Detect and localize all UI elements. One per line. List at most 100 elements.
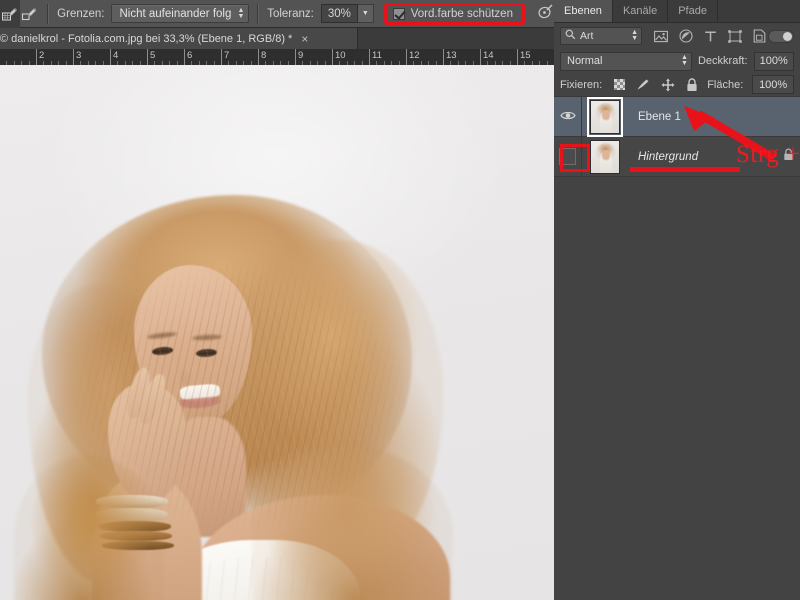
search-icon (565, 29, 576, 43)
ruler-tick (73, 49, 74, 65)
ruler-tick (406, 49, 407, 65)
pixel-layer-filter-icon[interactable] (654, 30, 668, 43)
ruler-tick (480, 49, 481, 65)
ruler-label: 14 (483, 50, 494, 61)
panel-tab-bar: Ebenen Kanäle Pfade (554, 0, 800, 23)
ruler-label: 10 (335, 50, 346, 61)
options-separator-2 (257, 3, 260, 24)
ruler-label: 8 (261, 50, 267, 61)
fill-input[interactable]: 100% (752, 75, 794, 94)
close-icon[interactable]: × (301, 33, 308, 45)
tab-ebenen-label: Ebenen (564, 5, 602, 17)
tolerance-input[interactable]: 30% (320, 4, 358, 23)
ruler-tick (517, 49, 518, 65)
tolerance-dropdown-button[interactable]: ▼ (357, 4, 374, 23)
layer-visibility-cell-1[interactable] (554, 96, 582, 137)
lock-icon (783, 148, 794, 166)
opacity-input[interactable]: 100% (753, 51, 794, 71)
type-layer-filter-icon[interactable] (704, 30, 717, 43)
protect-foreground-checkbox-group[interactable]: Vord.farbe schützen (392, 7, 513, 20)
document-tab[interactable]: 888_XL© danielkrol - Fotolia.com.jpg bei… (0, 28, 358, 49)
layer-thumbnail-2[interactable] (590, 139, 620, 174)
layer-thumbnail-wrap-2[interactable] (586, 139, 624, 175)
ruler-label: 4 (113, 50, 119, 61)
filter-kind-value: Art (580, 30, 594, 42)
photoshop-window: Grenzen: Nicht aufeinander folg. ▲ ▼ Tole… (0, 0, 800, 600)
lock-all-icon[interactable] (686, 77, 698, 92)
layers-list: Ebene 1 Hintergrund (554, 96, 800, 177)
ruler-label: 12 (409, 50, 420, 61)
lock-label: Fixieren: (560, 78, 603, 91)
eye-visible-icon[interactable] (559, 108, 576, 126)
layer-row-hintergrund[interactable]: Hintergrund (554, 136, 800, 177)
tolerance-label: Toleranz: (267, 7, 314, 20)
ruler-label: 13 (446, 50, 457, 61)
ruler-tick (110, 49, 111, 65)
document-image (0, 65, 554, 600)
lock-position-icon[interactable] (661, 78, 675, 92)
layer-thumbnail-1[interactable] (587, 96, 623, 137)
limits-label: Grenzen: (57, 7, 105, 20)
document-tab-bar: 888_XL© danielkrol - Fotolia.com.jpg bei… (0, 28, 554, 50)
fill-label: Fläche: (707, 78, 744, 91)
protect-foreground-checkbox[interactable] (392, 7, 405, 20)
blend-mode-row: Normal ▲ ▼ Deckkraft: 100% (554, 49, 800, 73)
tab-kanaele[interactable]: Kanäle (613, 0, 669, 22)
ruler-label: 3 (76, 50, 82, 61)
magic-eraser-tool-icon[interactable] (20, 0, 40, 28)
ruler-tick (332, 49, 333, 65)
layer-row-ebene-1[interactable]: Ebene 1 (554, 96, 800, 137)
ruler-label: 7 (224, 50, 230, 61)
limits-select[interactable]: Nicht aufeinander folg. ▲ ▼ (111, 4, 250, 23)
blend-mode-select[interactable]: Normal ▲ ▼ (560, 51, 692, 71)
layer-filter-row: Art ▲ ▼ (554, 23, 800, 49)
options-bar: Grenzen: Nicht aufeinander folg. ▲ ▼ Tole… (0, 0, 554, 28)
horizontal-ruler[interactable]: 2 3 4 5 6 7 8 9 10 11 12 13 14 15 (0, 49, 554, 66)
adjustment-layer-filter-icon[interactable] (679, 29, 693, 43)
filter-kind-select[interactable]: Art ▲ ▼ (560, 27, 642, 45)
ruler-tick (369, 49, 370, 65)
shape-layer-filter-icon[interactable] (728, 29, 742, 43)
tab-kanaele-label: Kanäle (622, 5, 658, 17)
blend-mode-value: Normal (567, 55, 603, 67)
chevron-updown-icon: ▲ ▼ (237, 6, 245, 20)
filter-icon-group (654, 29, 766, 43)
ruler-label: 6 (187, 50, 193, 61)
tab-pfade[interactable]: Pfade (668, 0, 718, 22)
eye-hidden-icon[interactable] (559, 148, 576, 165)
tab-ebenen[interactable]: Ebenen (554, 0, 613, 22)
ruler-label: 2 (39, 50, 45, 61)
layers-panel: Ebenen Kanäle Pfade Art ▲ ▼ Normal ▲ ▼ D… (554, 0, 800, 600)
target-tool-icon[interactable] (537, 3, 554, 25)
ruler-tick (295, 49, 296, 65)
ruler-label: 9 (298, 50, 304, 61)
ruler-tick (221, 49, 222, 65)
chevron-updown-icon: ▲ ▼ (681, 54, 688, 67)
lock-icon-group (614, 77, 698, 92)
chevron-updown-icon: ▲ ▼ (631, 29, 638, 42)
red-box-protect-foreground: Vord.farbe schützen (383, 2, 525, 25)
fill-value: 100% (759, 78, 788, 91)
layer-name-2[interactable]: Hintergrund (638, 151, 698, 163)
layer-name-1[interactable]: Ebene 1 (638, 111, 681, 123)
smart-object-filter-icon[interactable] (753, 29, 766, 43)
layer-visibility-cell-2[interactable] (554, 136, 582, 177)
options-separator-1 (47, 3, 50, 24)
ruler-tick (443, 49, 444, 65)
background-eraser-tool-icon[interactable] (0, 0, 20, 28)
lock-image-pixels-icon[interactable] (636, 78, 650, 91)
lock-transparent-pixels-icon[interactable] (614, 79, 626, 90)
layer-thumbnail-wrap-1[interactable] (586, 96, 624, 137)
filter-enable-toggle[interactable] (768, 29, 794, 43)
ruler-tick (258, 49, 259, 65)
ruler-label: 5 (150, 50, 156, 61)
tolerance-value: 30% (327, 7, 351, 20)
ruler-label: 15 (520, 50, 531, 61)
canvas-area[interactable] (0, 65, 554, 600)
lock-row: Fixieren: Fläche: 100% (554, 73, 800, 97)
ruler-tick (184, 49, 185, 65)
ruler-label: 11 (372, 50, 382, 61)
document-tab-title: 888_XL© danielkrol - Fotolia.com.jpg bei… (0, 32, 293, 45)
opacity-label: Deckkraft: (697, 55, 748, 67)
opacity-value: 100% (759, 55, 788, 67)
